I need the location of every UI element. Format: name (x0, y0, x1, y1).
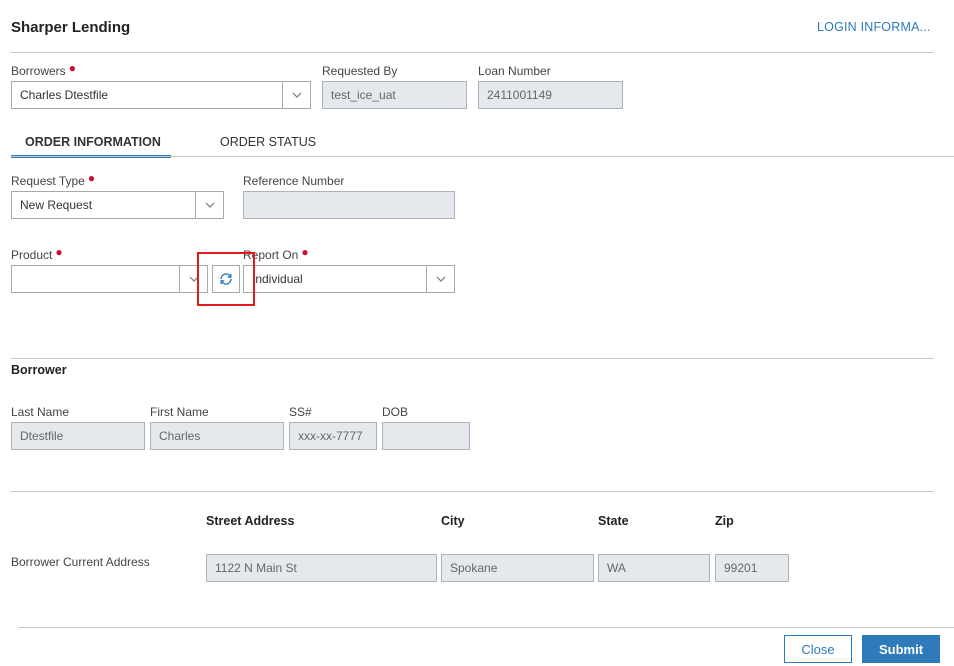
state-value: WA (607, 561, 626, 575)
required-indicator: ● (68, 61, 76, 75)
zip-header: Zip (715, 514, 734, 528)
request-type-select-value: New Request (20, 198, 93, 212)
ssn-field: xxx-xx-7777 (289, 422, 377, 450)
loan-number-field: 2411001149 (478, 81, 623, 109)
last-name-value: Dtestfile (20, 429, 64, 443)
requested-by-value: test_ice_uat (331, 88, 396, 102)
footer-divider (18, 627, 954, 628)
reference-number-field (243, 191, 455, 219)
zip-field: 99201 (715, 554, 789, 582)
close-button[interactable]: Close (784, 635, 852, 663)
required-indicator: ● (55, 245, 63, 259)
login-information-link[interactable]: LOGIN INFORMA... (817, 20, 931, 34)
report-on-select[interactable]: Individual (243, 265, 455, 293)
chevron-down-icon[interactable] (282, 82, 310, 108)
required-indicator: ● (87, 171, 96, 185)
last-name-field: Dtestfile (11, 422, 145, 450)
product-label: Product ● (11, 245, 63, 262)
chevron-down-icon[interactable] (195, 192, 223, 218)
submit-button[interactable]: Submit (862, 635, 940, 663)
reference-number-label: Reference Number (243, 174, 345, 188)
street-address-value: 1122 N Main St (215, 561, 297, 575)
first-name-label: First Name (150, 405, 209, 419)
product-select[interactable] (11, 265, 208, 293)
city-field: Spokane (441, 554, 594, 582)
first-name-field: Charles (150, 422, 284, 450)
chevron-down-icon[interactable] (426, 266, 454, 292)
loan-number-value: 2411001149 (487, 88, 552, 102)
zip-value: 99201 (724, 561, 758, 575)
city-header: City (441, 514, 465, 528)
request-type-select[interactable]: New Request (11, 191, 224, 219)
header-divider (11, 52, 934, 53)
street-address-header: Street Address (206, 514, 295, 528)
borrowers-select-value: Charles Dtestfile (20, 88, 109, 102)
required-indicator: ● (301, 245, 309, 259)
borrower-current-address-label: Borrower Current Address (11, 555, 150, 569)
ssn-value: xxx-xx-7777 (298, 429, 363, 443)
request-type-label: Request Type ● (11, 171, 96, 188)
borrower-section-title: Borrower (11, 363, 67, 377)
first-name-value: Charles (159, 429, 201, 443)
state-header: State (598, 514, 629, 528)
borrowers-select[interactable]: Charles Dtestfile (11, 81, 311, 109)
requested-by-label: Requested By (322, 64, 398, 78)
requested-by-field: test_ice_uat (322, 81, 467, 109)
dob-label: DOB (382, 405, 409, 419)
dob-field (382, 422, 470, 450)
tab-order-status[interactable]: ORDER STATUS (220, 135, 316, 149)
city-value: Spokane (450, 561, 498, 575)
address-section-divider (11, 491, 934, 492)
borrowers-label: Borrowers ● (11, 61, 76, 78)
street-address-field: 1122 N Main St (206, 554, 437, 582)
loan-number-label: Loan Number (478, 64, 551, 78)
tab-order-information[interactable]: ORDER INFORMATION (25, 135, 161, 149)
highlight-box (197, 252, 255, 306)
state-field: WA (598, 554, 710, 582)
borrower-section-divider (11, 358, 934, 359)
report-on-select-value: Individual (252, 272, 303, 286)
page-title: Sharper Lending (11, 19, 131, 36)
tabs-divider (11, 156, 954, 157)
last-name-label: Last Name (11, 405, 70, 419)
ssn-label: SS# (289, 405, 312, 419)
